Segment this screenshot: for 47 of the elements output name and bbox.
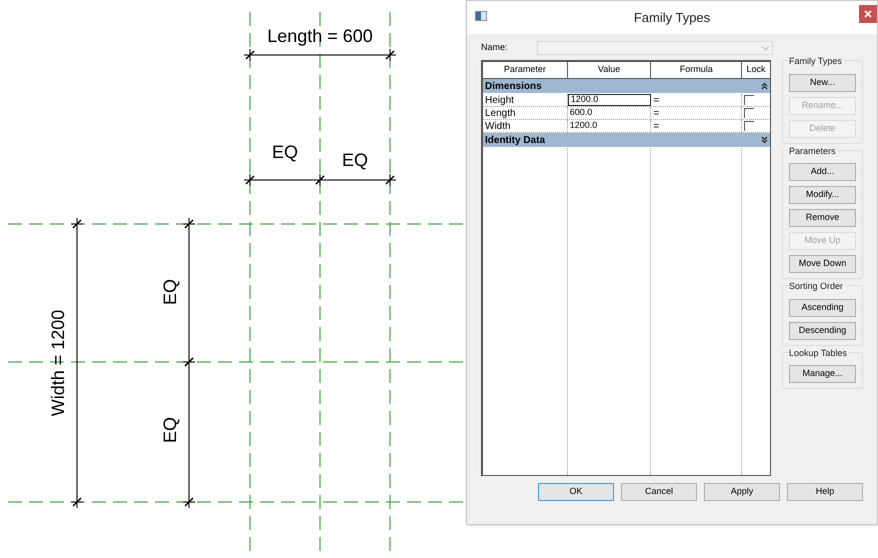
panel-button[interactable]: Add... bbox=[789, 163, 856, 181]
panel-title: Sorting Order bbox=[789, 280, 846, 294]
formula-field[interactable]: = bbox=[651, 94, 742, 106]
panel-button[interactable]: Modify... bbox=[789, 186, 856, 204]
column-header[interactable]: Parameter bbox=[483, 62, 568, 78]
name-label: Name: bbox=[481, 41, 509, 54]
dimension-label: EQ bbox=[272, 142, 298, 162]
dimension-label: EQ bbox=[160, 279, 180, 305]
column-header[interactable]: Value bbox=[568, 62, 652, 78]
dialog-button[interactable]: Apply bbox=[704, 483, 780, 501]
parameter-name-cell: Length bbox=[483, 107, 568, 119]
window-title: Family Types bbox=[632, 8, 712, 27]
panel-title: Family Types bbox=[789, 55, 844, 68]
panel-button[interactable]: New... bbox=[789, 74, 856, 92]
formula-field[interactable]: = bbox=[651, 120, 742, 132]
dimension-label: EQ bbox=[342, 150, 368, 170]
panel-button[interactable]: Descending bbox=[789, 322, 856, 340]
lock-checkbox[interactable] bbox=[744, 95, 754, 105]
panel-title: Lookup Tables bbox=[789, 346, 849, 360]
parameter-name-cell: Height bbox=[483, 94, 568, 106]
chevron-down-icon bbox=[762, 46, 769, 50]
lock-checkbox[interactable] bbox=[744, 121, 754, 131]
app-icon bbox=[475, 11, 487, 21]
panel-button[interactable]: Move Down bbox=[789, 255, 856, 273]
panel-button[interactable]: Manage... bbox=[789, 365, 856, 383]
close-icon bbox=[864, 10, 872, 18]
lock-checkbox[interactable] bbox=[744, 108, 754, 118]
group-header[interactable]: Identity Data bbox=[483, 133, 770, 148]
dimension-label: Width = 1200 bbox=[48, 310, 68, 416]
value-field[interactable]: 1200.0 bbox=[568, 120, 652, 132]
parameter-name-cell: Width bbox=[483, 120, 568, 132]
dimension-label: Length = 600 bbox=[267, 26, 373, 46]
column-header[interactable]: Lock bbox=[742, 62, 770, 78]
dialog-button[interactable]: OK bbox=[538, 483, 614, 501]
group-header[interactable]: Dimensions bbox=[483, 79, 770, 94]
formula-field[interactable]: = bbox=[651, 107, 742, 119]
group-title: Identity Data bbox=[485, 134, 546, 148]
dimension-label: EQ bbox=[160, 417, 180, 443]
dialog-button[interactable]: Help bbox=[787, 483, 863, 501]
panel-button[interactable]: Remove bbox=[789, 209, 856, 227]
value-field[interactable]: 1200.0 bbox=[568, 94, 652, 106]
panel-button[interactable]: Ascending bbox=[789, 298, 856, 316]
close-button[interactable] bbox=[859, 5, 877, 23]
dialog-button[interactable]: Cancel bbox=[621, 483, 697, 501]
column-header[interactable]: Formula bbox=[651, 62, 742, 78]
group-title: Dimensions bbox=[485, 80, 542, 94]
value-field[interactable]: 600.0 bbox=[568, 107, 652, 119]
